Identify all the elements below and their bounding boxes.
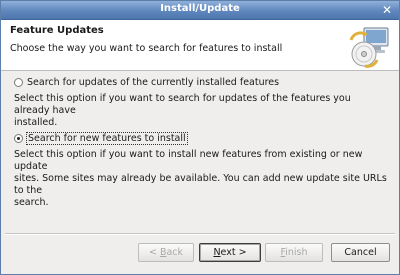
description-line: search. [14, 197, 49, 208]
next-label-rest: ext > [220, 247, 247, 258]
back-button[interactable]: < Back [138, 243, 194, 262]
window-title: Install/Update [160, 3, 240, 14]
option-search-new-label[interactable]: Search for new features to install [26, 132, 188, 145]
option-search-updates-label[interactable]: Search for updates of the currently inst… [26, 77, 280, 88]
wizard-content: Search for updates of the currently inst… [1, 71, 399, 233]
description-line: Select this option if you want to instal… [14, 149, 363, 172]
option-search-new[interactable]: Search for new features to install [14, 132, 188, 145]
close-icon[interactable]: ✕ [381, 4, 393, 16]
option-search-new-description: Select this option if you want to instal… [14, 149, 389, 209]
page-description: Choose the way you want to search for fe… [10, 43, 283, 54]
install-wizard-icon [349, 27, 389, 68]
description-line: sites. Some sites may already be availab… [14, 173, 387, 196]
button-separator [5, 233, 395, 235]
back-label-rest: ack [166, 247, 184, 258]
description-line: Select this option if you want to search… [14, 93, 351, 116]
radio-search-new[interactable] [14, 134, 23, 143]
title-bar[interactable]: Install/Update ✕ [1, 1, 399, 20]
option-search-updates[interactable]: Search for updates of the currently inst… [14, 77, 280, 88]
wizard-banner: Feature Updates Choose the way you want … [1, 20, 399, 71]
install-update-dialog: Install/Update ✕ Feature Updates Choose … [0, 0, 400, 275]
finish-button[interactable]: Finish [265, 243, 323, 262]
finish-label-rest: inish [285, 247, 308, 258]
next-mnemonic: N [213, 247, 221, 258]
radio-search-updates[interactable] [14, 78, 23, 87]
cancel-button[interactable]: Cancel [331, 243, 390, 262]
back-prefix: < [148, 247, 160, 258]
next-button[interactable]: Next > [199, 243, 261, 262]
option-search-updates-description: Select this option if you want to search… [14, 93, 389, 129]
description-line: installed. [14, 117, 58, 128]
page-title: Feature Updates [10, 25, 104, 36]
